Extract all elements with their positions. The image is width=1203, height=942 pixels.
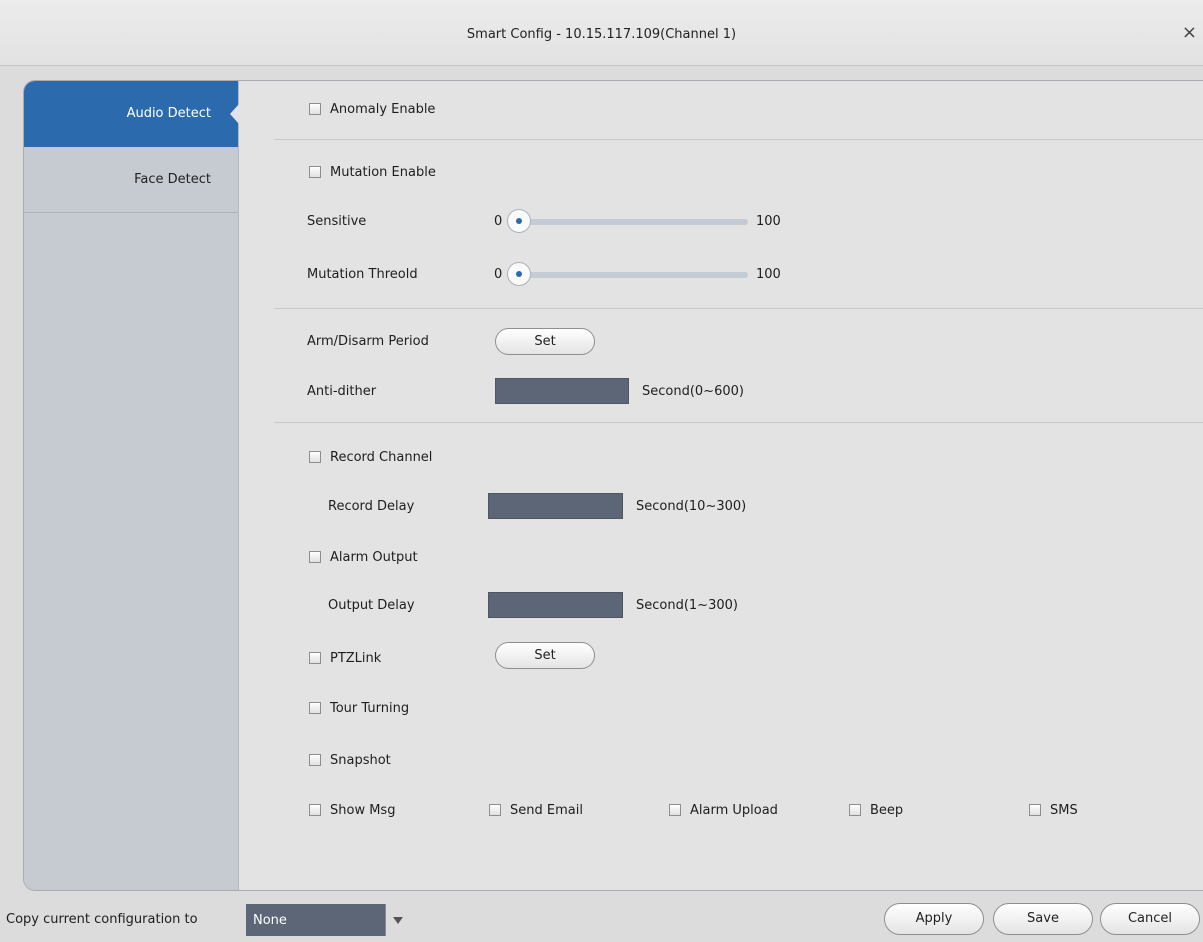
alarm-upload-label: Alarm Upload [690,802,778,818]
apply-button[interactable]: Apply [884,903,984,935]
save-button[interactable]: Save [993,903,1093,935]
send-email-label: Send Email [510,802,583,818]
tour-turning-label: Tour Turning [330,700,410,716]
mutation-enable-checkbox[interactable] [309,166,321,178]
sidebar: Audio Detect Face Detect [24,81,239,890]
cancel-button[interactable]: Cancel [1100,903,1200,935]
snapshot-label: Snapshot [330,752,391,768]
record-channel-checkbox[interactable] [309,451,321,463]
tour-turning-checkbox[interactable] [309,702,321,714]
slider-max-value: 100 [756,267,781,282]
beep-row: Beep [849,798,903,822]
record-delay-unit: Second(10~300) [636,499,747,514]
record-channel-label: Record Channel [330,449,433,465]
sms-row: SMS [1029,798,1078,822]
slider-handle[interactable] [507,209,531,233]
record-channel-row: Record Channel [309,445,432,469]
mutation-enable-row: Mutation Enable [309,160,436,184]
output-delay-unit: Second(1~300) [636,598,738,613]
ptz-link-row: PTZLink [309,646,381,670]
sidebar-item-face-detect[interactable]: Face Detect [24,147,238,213]
alarm-upload-row: Alarm Upload [669,798,778,822]
sms-checkbox[interactable] [1029,804,1041,816]
slider-handle[interactable] [507,262,531,286]
sidebar-item-label: Face Detect [134,172,211,187]
copy-config-value: None [253,913,287,928]
anomaly-enable-row: Anomaly Enable [309,97,435,121]
slider-min-value: 0 [494,267,503,282]
beep-label: Beep [870,802,904,818]
tour-turning-row: Tour Turning [309,696,409,720]
show-msg-label: Show Msg [330,802,396,818]
output-delay-input[interactable] [488,592,623,618]
alarm-output-label: Alarm Output [330,549,418,565]
send-email-checkbox[interactable] [489,804,501,816]
chevron-down-icon[interactable] [385,904,409,936]
arm-disarm-label: Arm/Disarm Period [307,334,429,349]
copy-config-dropdown[interactable]: None [246,904,409,936]
beep-checkbox[interactable] [849,804,861,816]
title-bar: Smart Config - 10.15.117.109(Channel 1) … [0,0,1203,66]
divider [274,422,1203,423]
settings-content: Anomaly Enable Mutation Enable Sensitive… [238,81,1203,890]
divider [274,308,1203,309]
send-email-row: Send Email [489,798,583,822]
record-delay-input[interactable] [488,493,623,519]
anti-dither-unit: Second(0~600) [642,384,744,399]
anomaly-enable-label: Anomaly Enable [330,101,436,117]
config-panel: Audio Detect Face Detect Anomaly Enable … [23,80,1203,891]
anomaly-enable-checkbox[interactable] [309,103,321,115]
mutation-threshold-label: Mutation Threold [307,267,418,282]
snapshot-row: Snapshot [309,748,391,772]
anti-dither-input[interactable] [495,378,629,404]
mutation-enable-label: Mutation Enable [330,164,436,180]
slider-track[interactable] [510,219,748,225]
sensitive-label: Sensitive [307,214,367,229]
divider [274,139,1203,140]
alarm-upload-checkbox[interactable] [669,804,681,816]
sidebar-item-label: Audio Detect [126,106,211,121]
window-title: Smart Config - 10.15.117.109(Channel 1) [466,27,737,42]
alarm-output-checkbox[interactable] [309,551,321,563]
mutation-threshold-slider[interactable]: 0 100 [494,262,794,287]
copy-config-label: Copy current configuration to [6,912,198,927]
anti-dither-label: Anti-dither [307,384,377,399]
sms-label: SMS [1050,802,1078,818]
show-msg-row: Show Msg [309,798,395,822]
ptz-link-set-button[interactable]: Set [495,642,595,669]
sensitive-slider[interactable]: 0 100 [494,209,794,234]
arm-disarm-set-button[interactable]: Set [495,328,595,355]
snapshot-checkbox[interactable] [309,754,321,766]
close-icon[interactable]: × [1182,22,1197,43]
show-msg-checkbox[interactable] [309,804,321,816]
alarm-output-row: Alarm Output [309,545,418,569]
slider-track[interactable] [510,272,748,278]
slider-min-value: 0 [494,214,503,229]
slider-max-value: 100 [756,214,781,229]
record-delay-label: Record Delay [328,499,415,514]
sidebar-item-audio-detect[interactable]: Audio Detect [24,81,239,147]
ptz-link-label: PTZLink [330,650,382,666]
output-delay-label: Output Delay [328,598,415,613]
ptz-link-checkbox[interactable] [309,652,321,664]
